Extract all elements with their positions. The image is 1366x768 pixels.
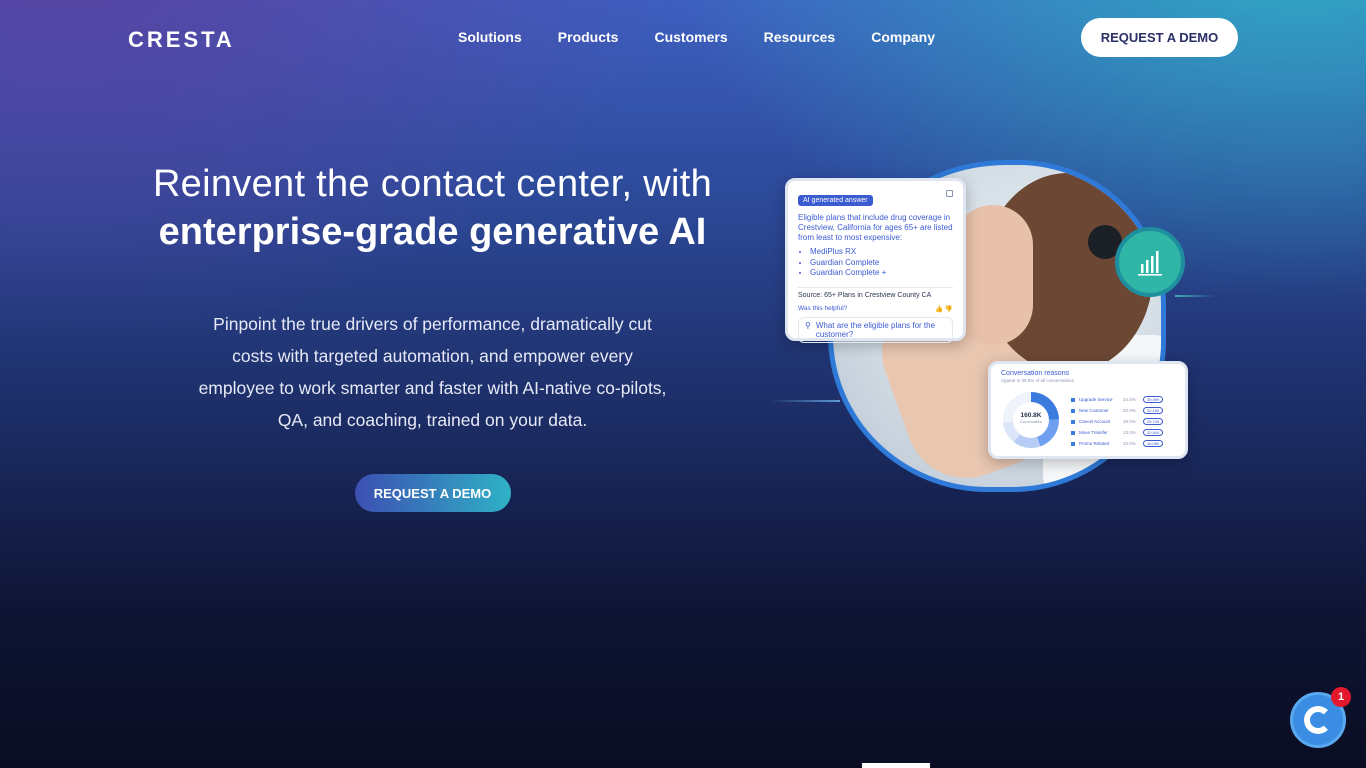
feedback-row: Was this helpful? 👍 👎 [798,305,953,313]
row-name: Cancel Account [1079,419,1111,424]
ai-source: Source: 65+ Plans in Crestview County CA [798,286,953,299]
list-item: MediPlus RX [810,247,953,258]
hero-illustration: AI generated answer Eligible plans that … [770,160,1215,500]
bar-chart-icon [1115,227,1185,297]
donut-center: 160.8K Conversations [1013,402,1049,438]
table-row: New Customer 20.0% 32,160 [1071,405,1181,416]
ai-answer-text: Eligible plans that include drug coverag… [798,213,953,242]
list-item: Guardian Complete [810,258,953,269]
row-value: 16,080 [1143,440,1164,447]
question-text: What are the eligible plans for the cust… [815,320,936,339]
menu-item-company[interactable]: Company [871,29,935,45]
ai-answer-card: AI generated answer Eligible plans that … [785,178,966,343]
conv-rows: Upgrade Service 24.5% 39,399 New Customer 2… [1071,394,1181,449]
source-value: 65+ Plans in Crestview County CA [824,291,932,299]
menu-item-products[interactable]: Products [558,29,619,45]
row-pct: 20.0% [1123,408,1136,413]
donut-total-label: Conversations [1019,420,1043,424]
top-nav: CRESTA Solutions Products Customers Reso… [0,0,1366,76]
table-row: Promo Related 10.0% 16,080 [1071,438,1181,449]
bar-chart-svg [1138,251,1162,276]
source-label: Source: [798,291,823,299]
list-item: Guardian Complete + [810,268,953,279]
hero-headline-line1: Reinvent the contact center, with [152,163,713,205]
legend-swatch [1071,430,1075,435]
row-pct: 10.0% [1123,441,1136,446]
helpful-label: Was this helpful? [798,304,848,312]
legend-swatch [1071,408,1075,413]
notification-badge: 1 [1331,687,1351,707]
donut-total: 160.8K [1020,412,1042,419]
legend-swatch [1071,397,1075,402]
cresta-logo[interactable]: CRESTA [128,27,235,53]
hero-headline-line2: enterprise-grade generative AI [158,211,707,253]
ai-generated-tag: AI generated answer [798,195,873,206]
table-row: Upgrade Service 24.5% 39,399 [1071,394,1181,405]
row-value: 25,728 [1143,418,1164,425]
partner-logo [862,763,930,768]
conv-title: Conversation reasons [1001,370,1070,377]
table-row: Cancel Account 16.0% 25,728 [1071,416,1181,427]
row-name: New Customer [1079,408,1109,413]
menu-item-solutions[interactable]: Solutions [458,29,522,45]
conversation-reasons-card: Conversation reasons Appear in 39.8% of … [988,361,1188,459]
menu-item-customers[interactable]: Customers [654,29,727,45]
nav-request-demo-button[interactable]: REQUEST A DEMO [1081,18,1238,57]
hero-request-demo-button[interactable]: REQUEST A DEMO [354,474,511,512]
menu-item-resources[interactable]: Resources [764,29,836,45]
row-pct: 16.0% [1123,419,1136,424]
copy-icon[interactable] [946,190,953,197]
plan-list: MediPlus RX Guardian Complete Guardian C… [810,247,953,279]
row-value: 39,399 [1143,396,1164,403]
search-icon: ⚲ [805,320,811,330]
row-value: 20,904 [1143,429,1164,436]
legend-swatch [1071,441,1075,446]
main-menu: Solutions Products Customers Resources C… [458,29,971,45]
donut-chart: 160.8K Conversations [1003,392,1059,448]
row-name: Move Transfer [1079,430,1108,435]
thumbs-icons[interactable]: 👍 👎 [935,305,953,313]
table-row: Move Transfer 13.0% 20,904 [1071,427,1181,438]
hero-subtext: Pinpoint the true drivers of performance… [198,314,667,430]
hero-section: Reinvent the contact center, with enterp… [120,160,745,512]
row-pct: 24.5% [1123,397,1136,402]
glow-line [1175,295,1215,297]
chat-logo-icon [1304,706,1332,734]
row-name: Promo Related [1079,441,1110,446]
row-value: 32,160 [1143,407,1164,414]
legend-swatch [1071,419,1075,424]
glow-line [770,400,840,402]
conv-subtitle: Appear in 39.8% of all conversations [1001,378,1075,383]
row-name: Upgrade Service [1079,397,1113,402]
question-box[interactable]: ⚲ What are the eligible plans for the cu… [798,316,953,343]
row-pct: 13.0% [1123,430,1136,435]
